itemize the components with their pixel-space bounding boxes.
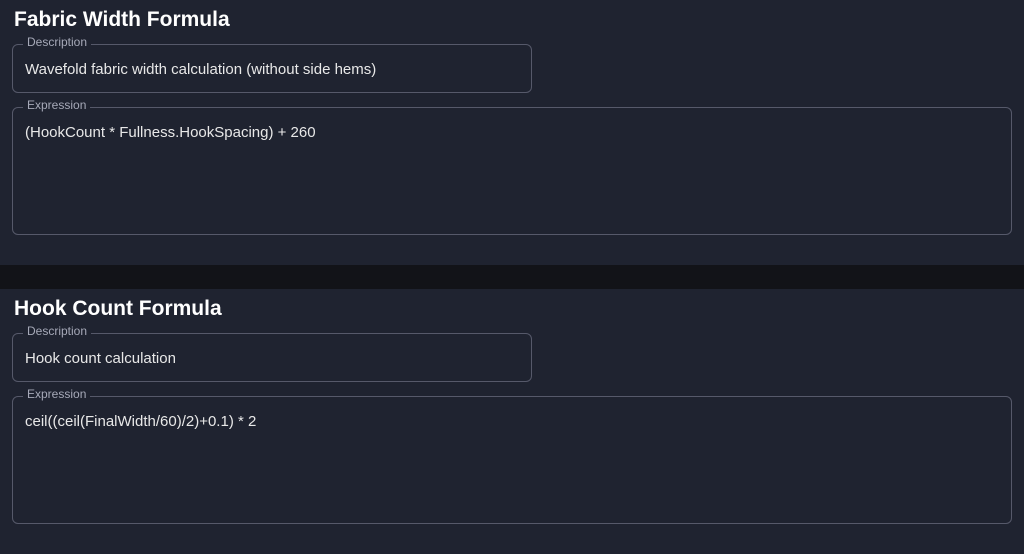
expression-field[interactable]: Expression ceil((ceil(FinalWidth/60)/2)+…	[12, 396, 1012, 524]
expression-field[interactable]: Expression (HookCount * Fullness.HookSpa…	[12, 107, 1012, 235]
expression-label: Expression	[23, 388, 90, 400]
expression-value: (HookCount * Fullness.HookSpacing) + 260	[25, 122, 999, 143]
description-value: Hook count calculation	[25, 348, 519, 369]
description-label: Description	[23, 325, 91, 337]
expression-value: ceil((ceil(FinalWidth/60)/2)+0.1) * 2	[25, 411, 999, 432]
formula-section-fabric-width: Fabric Width Formula Description Wavefol…	[0, 0, 1024, 265]
formula-section-hook-count: Hook Count Formula Description Hook coun…	[0, 289, 1024, 554]
description-field[interactable]: Description Wavefold fabric width calcul…	[12, 44, 532, 93]
section-title: Fabric Width Formula	[14, 8, 1012, 32]
expression-label: Expression	[23, 99, 90, 111]
section-divider	[0, 265, 1024, 289]
description-field[interactable]: Description Hook count calculation	[12, 333, 532, 382]
section-title: Hook Count Formula	[14, 297, 1012, 321]
description-value: Wavefold fabric width calculation (witho…	[25, 59, 519, 80]
description-label: Description	[23, 36, 91, 48]
